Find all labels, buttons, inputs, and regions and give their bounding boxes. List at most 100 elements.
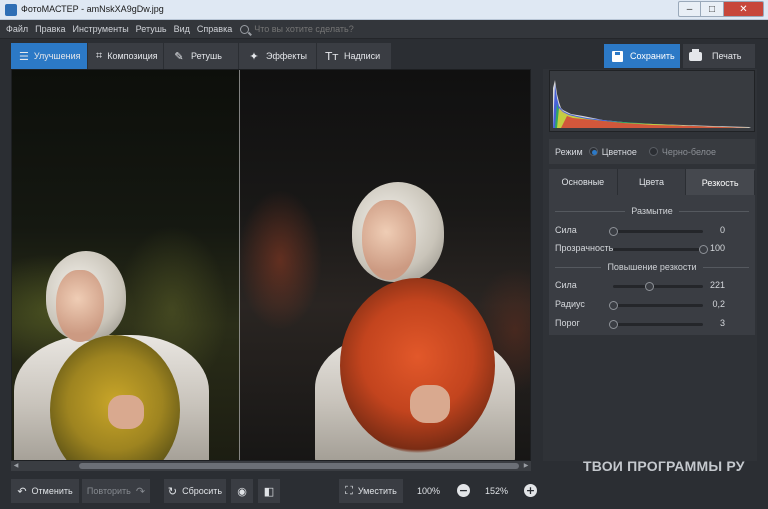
reset-button[interactable]: ↻ Сбросить (164, 479, 226, 503)
text-icon: Tт (325, 49, 339, 63)
tab-text[interactable]: Tт Надписи (317, 43, 392, 69)
subtab-basic[interactable]: Основные (549, 169, 618, 195)
slider-row-radius: Радиус 0,2 (549, 299, 755, 311)
magic-wand-icon: ✦ (249, 49, 259, 63)
menu-edit[interactable]: Правка (35, 24, 65, 34)
subtab-colors[interactable]: Цвета (617, 169, 687, 195)
redo-button[interactable]: Повторить ↷ (82, 479, 150, 503)
zoom-level: 152% (485, 486, 509, 496)
brush-icon: ✎ (174, 49, 184, 63)
slider-handle[interactable] (609, 320, 618, 329)
slider-handle[interactable] (699, 245, 708, 254)
tab-label: Улучшения (33, 51, 81, 61)
slider-row-sharpen-strength: Сила 221 (549, 280, 755, 292)
menu-bar: Файл Правка Инструменты Ретушь Вид Справ… (0, 20, 768, 39)
close-button[interactable]: ✕ (724, 1, 764, 17)
settings-subtabs: Основные Цвета Резкость (549, 169, 756, 195)
fit-to-screen-button[interactable]: ⛶ Уместить (339, 479, 403, 503)
tab-label: Надписи (344, 51, 381, 61)
tab-label: Композиция (107, 51, 158, 61)
scroll-left-icon[interactable]: ◀ (11, 461, 21, 471)
floppy-disk-icon (612, 50, 623, 62)
app-icon (5, 4, 17, 16)
slider-value: 0 (719, 225, 725, 235)
reset-icon: ↻ (167, 484, 178, 498)
fit-label: Уместить (357, 486, 397, 496)
zoom-100-button[interactable]: 100% (417, 479, 440, 503)
sliders-icon: ☰ (19, 49, 29, 63)
slider-label: Радиус (555, 299, 585, 309)
slider-track[interactable] (609, 227, 703, 236)
slider-value: 3 (719, 318, 725, 328)
radio-color[interactable] (588, 147, 598, 156)
histogram-graph (553, 80, 751, 128)
section-sharpen-title: Повышение резкости (549, 261, 755, 273)
scroll-right-icon[interactable]: ▶ (521, 461, 531, 471)
slider-track[interactable] (609, 320, 703, 329)
bottom-toolbar: ↶ Отменить Повторить ↷ ↻ Сбросить ◉ ◧ ⛶ … (0, 474, 768, 509)
photo-canvas[interactable] (11, 69, 531, 461)
photo-bouquet-orange (340, 278, 495, 453)
eye-icon: ◉ (237, 484, 247, 498)
slider-handle[interactable] (609, 227, 618, 236)
menu-help[interactable]: Справка (197, 24, 232, 34)
slider-row-blur-strength: Сила 0 (549, 225, 755, 237)
redo-icon: ↷ (135, 484, 146, 498)
tab-enhancements[interactable]: ☰ Улучшения (11, 43, 88, 69)
sharpness-settings: Размытие Сила 0 Прозрачность 100 Повышен… (549, 195, 755, 335)
menu-file[interactable]: Файл (6, 24, 28, 34)
slider-label: Прозрачность (555, 243, 614, 253)
watermark-text: ТВОИ ПРОГРАММЫ РУ (583, 458, 745, 474)
preview-toggle-button[interactable]: ◉ (231, 479, 253, 503)
slider-track[interactable] (613, 282, 703, 291)
maximize-button[interactable]: □ (701, 1, 724, 17)
photo-figure-face (362, 200, 416, 280)
scrollbar-thumb[interactable] (79, 463, 519, 469)
compare-toggle-button[interactable]: ◧ (258, 479, 280, 503)
fit-icon: ⛶ (345, 484, 353, 497)
compare-divider[interactable] (239, 70, 240, 460)
window-title: ФотоМАСТЕР - amNskXA9gDw.jpg (21, 4, 164, 14)
slider-handle[interactable] (609, 301, 618, 310)
tab-effects[interactable]: ✦ Эффекты (239, 43, 317, 69)
mode-label: Режим (555, 146, 583, 157)
print-button[interactable]: Печать (683, 44, 755, 68)
printer-icon (689, 48, 702, 61)
photo-after (240, 70, 530, 460)
slider-value: 0,2 (712, 299, 725, 309)
menu-tools[interactable]: Инструменты (73, 24, 129, 34)
tool-tabs: ☰ Улучшения ⌗ Композиция ✎ Ретушь ✦ Эффе… (11, 43, 392, 69)
slider-label: Сила (555, 280, 577, 290)
print-label: Печать (712, 51, 742, 61)
command-search-input[interactable] (254, 24, 415, 34)
slider-row-threshold: Порог 3 (549, 318, 755, 330)
menu-retouch[interactable]: Ретушь (136, 24, 167, 34)
tab-retouch[interactable]: ✎ Ретушь (164, 43, 239, 69)
split-view-icon: ◧ (263, 484, 275, 498)
radio-bw[interactable] (648, 147, 658, 156)
slider-value: 100 (709, 243, 725, 253)
photo-figure-hand (108, 395, 144, 429)
histogram (549, 70, 755, 132)
tab-composition[interactable]: ⌗ Композиция (88, 43, 164, 69)
menu-view[interactable]: Вид (174, 24, 190, 34)
zoom-out-icon[interactable]: − (457, 484, 470, 497)
minimize-button[interactable]: – (678, 1, 701, 17)
slider-track[interactable] (609, 301, 703, 310)
search-icon (240, 24, 250, 34)
undo-button[interactable]: ↶ Отменить (11, 479, 79, 503)
mode-bw-label[interactable]: Черно-белое (662, 147, 716, 157)
save-button[interactable]: Сохранить (604, 44, 680, 68)
slider-track[interactable] (613, 245, 708, 254)
horizontal-scrollbar[interactable]: ◀ ▶ (11, 461, 531, 471)
mode-color-label[interactable]: Цветное (602, 147, 637, 157)
slider-value: 221 (709, 280, 725, 290)
slider-handle[interactable] (645, 282, 654, 291)
zoom-in-icon[interactable]: + (524, 484, 537, 497)
crop-icon: ⌗ (96, 49, 103, 62)
subtab-sharpness[interactable]: Резкость (686, 169, 756, 195)
photo-before (12, 70, 240, 460)
tab-label: Эффекты (266, 51, 307, 61)
photo-figure-hand (410, 385, 450, 423)
tab-label: Ретушь (191, 51, 222, 61)
